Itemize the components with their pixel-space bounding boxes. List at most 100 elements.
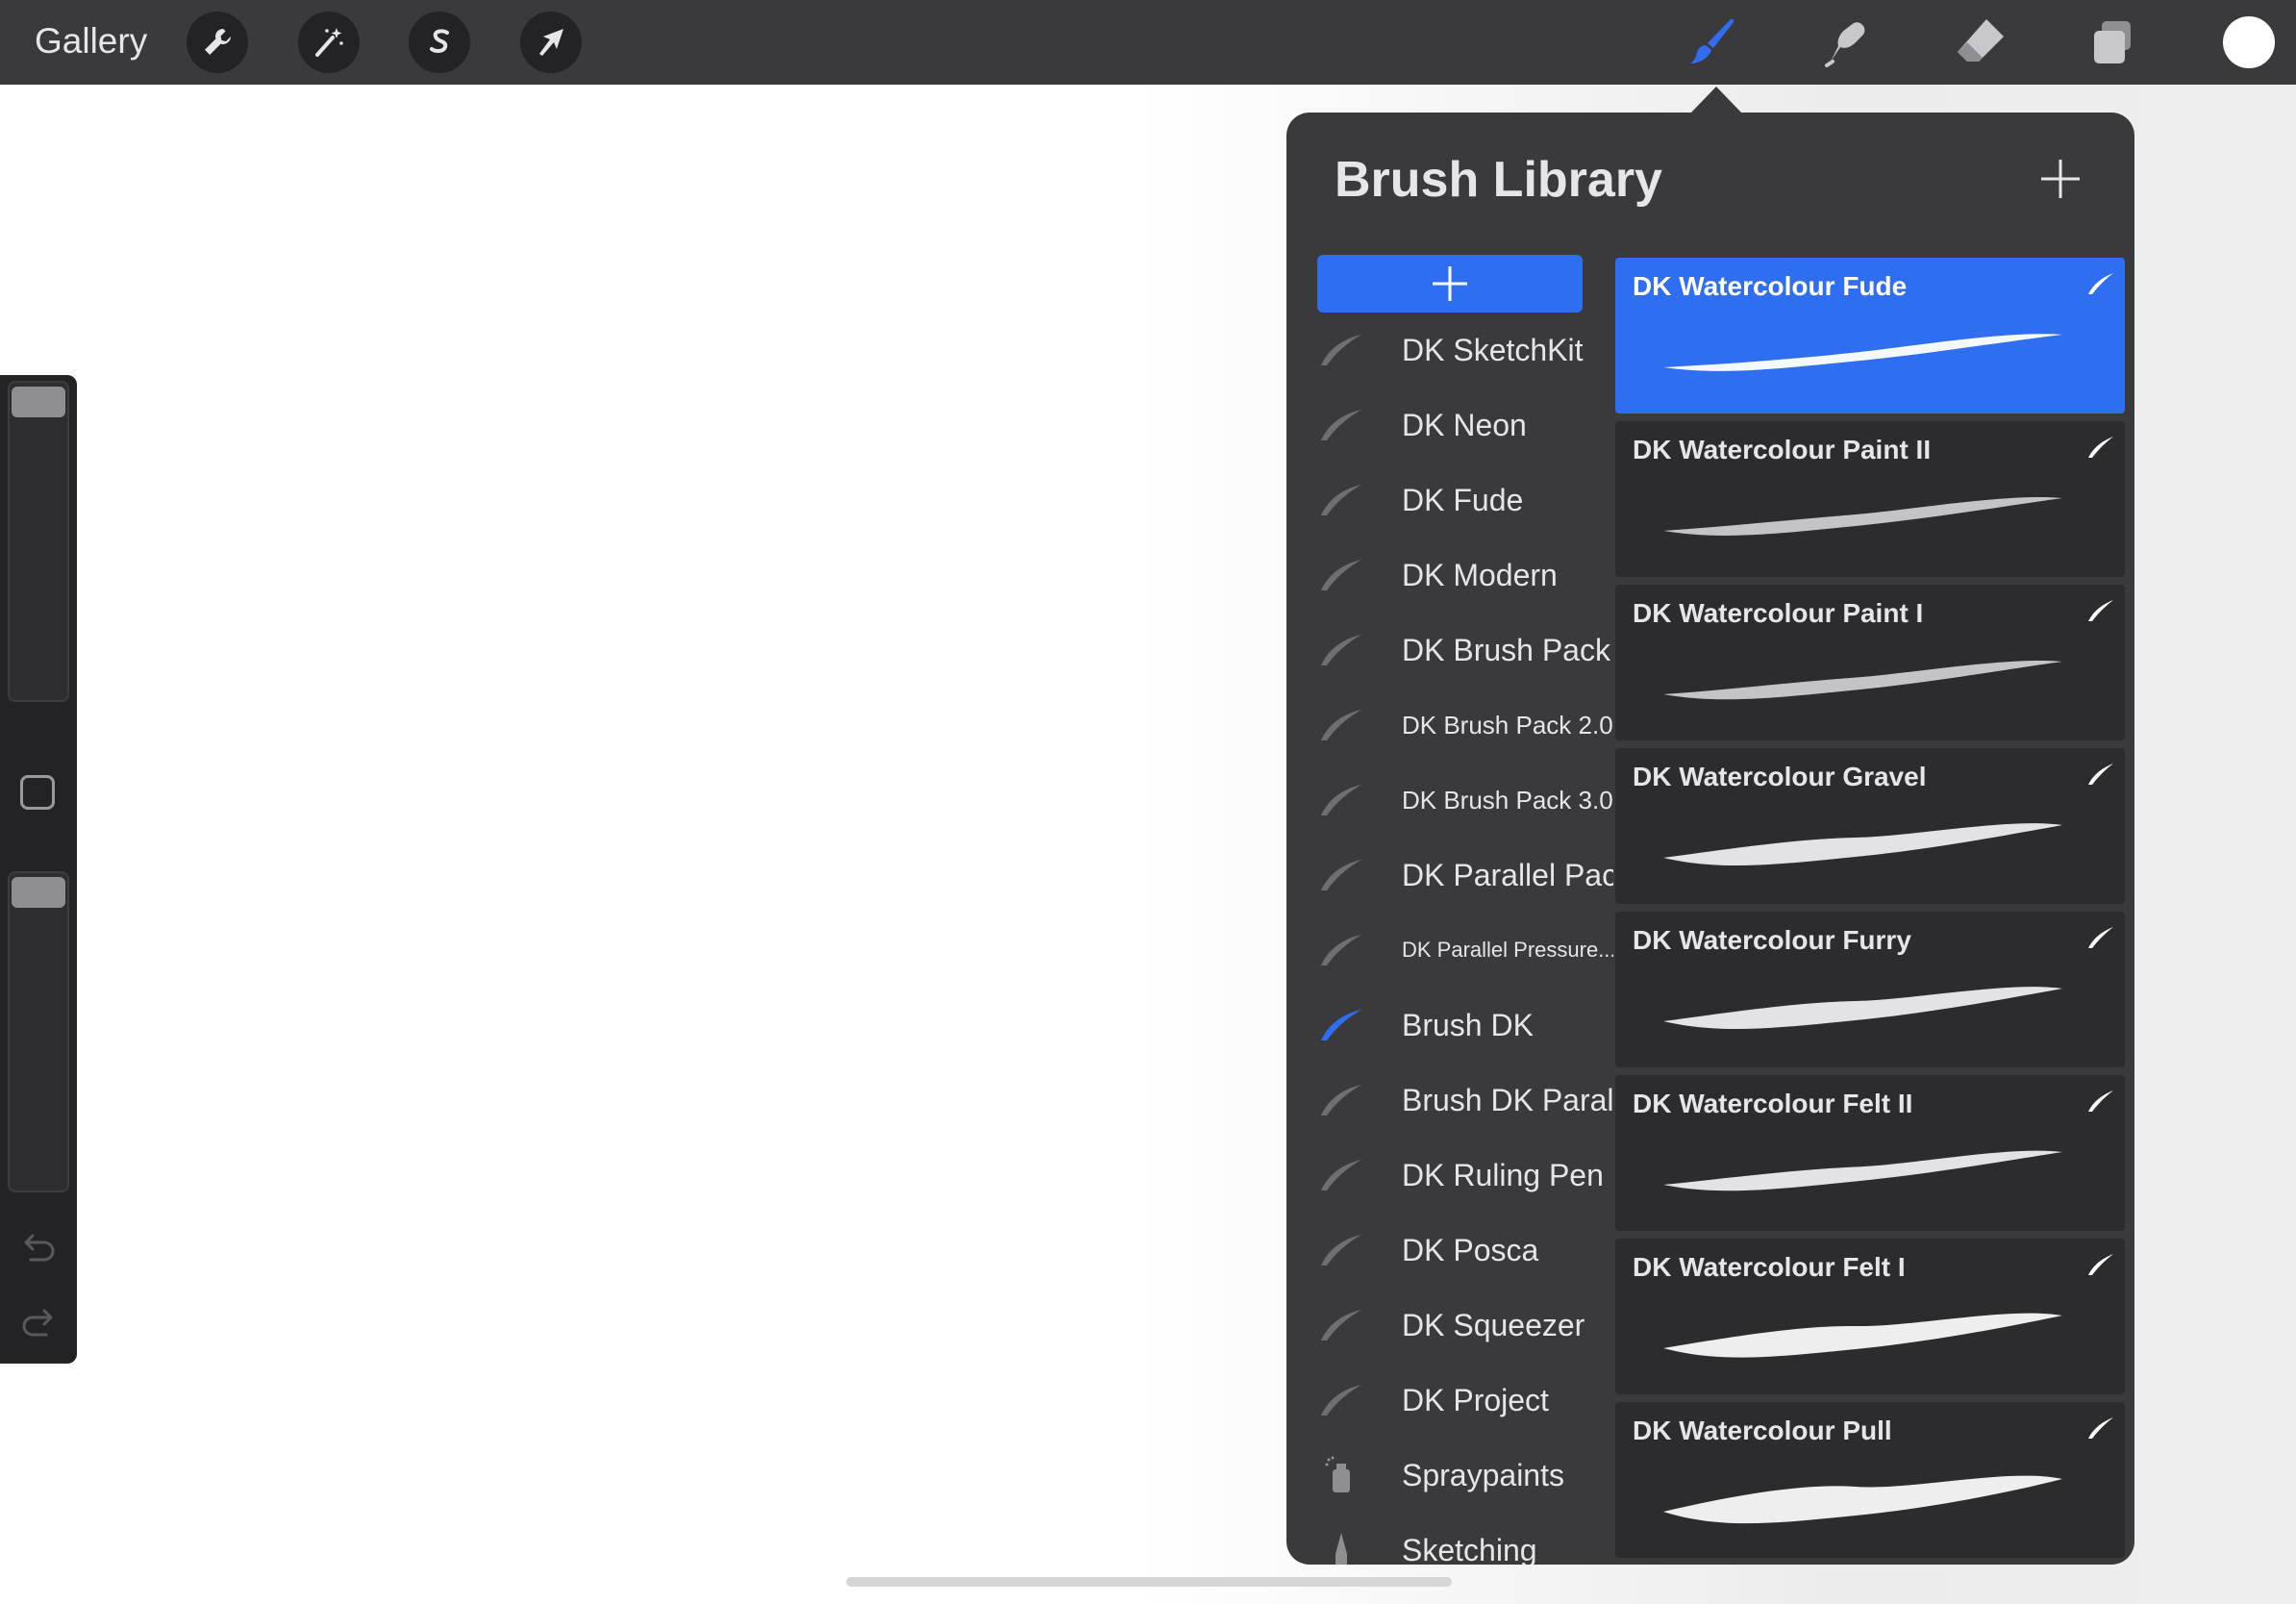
brush-set-item[interactable]: DK Parallel Pack [1286, 838, 1613, 913]
brush-name: DK Watercolour Fude [1633, 271, 1908, 301]
brush-set-item[interactable]: DK Project [1286, 1363, 1613, 1438]
brush-set-label: DK Neon [1402, 408, 1527, 442]
eraser-tool-button[interactable] [1948, 10, 2013, 75]
brush-set-label: DK Brush Pack 2.0 [1402, 711, 1613, 739]
brush-set-label: DK Posca [1402, 1233, 1539, 1267]
color-picker-button[interactable] [2223, 16, 2275, 68]
brush-set-item[interactable]: DK SketchKit [1286, 313, 1613, 388]
brush-set-item[interactable]: DK Brush Pack 2.0 [1286, 688, 1613, 763]
brush-set-item[interactable]: Brush DK [1286, 988, 1613, 1063]
brush-set-item[interactable]: DK Ruling Pen [1286, 1138, 1613, 1213]
brush-stroke-icon [1321, 1385, 1361, 1416]
brush-name: DK Watercolour Furry [1633, 925, 1911, 955]
brush-set-item[interactable]: Sketching [1286, 1513, 1613, 1565]
smudge-tool-button[interactable] [1813, 10, 1879, 75]
brush-set-label: DK Modern [1402, 558, 1558, 592]
brush-stroke-preview [1663, 823, 2062, 866]
brush-stroke-icon [1321, 1085, 1361, 1115]
magic-wand-icon [315, 28, 343, 57]
brush-item[interactable]: DK Watercolour Felt I [1615, 1239, 2125, 1394]
opacity-thumb[interactable] [12, 877, 65, 908]
brush-stroke-icon [1321, 485, 1361, 515]
brush-icon [1690, 18, 1734, 63]
brush-set-list[interactable]: DK SketchKit DK Neon DK Fude DK Modern DK Br… [1286, 313, 1613, 1565]
brush-set-label: DK Parallel Pressure... [1402, 938, 1613, 962]
brush-item[interactable]: DK Watercolour Felt II [1615, 1075, 2125, 1231]
modify-square-icon[interactable] [20, 775, 55, 810]
pencil-icon [1335, 1533, 1347, 1565]
layers-icon [2094, 21, 2131, 63]
brush-set-label: DK Ruling Pen [1402, 1158, 1604, 1192]
brush-stroke-preview [1663, 1150, 2062, 1191]
undo-icon[interactable] [17, 1229, 60, 1267]
brush-set-label: DK Squeezer [1402, 1308, 1585, 1342]
brush-tool-button[interactable] [1679, 10, 1744, 75]
plus-icon [1433, 266, 1467, 301]
brush-name: DK Watercolour Pull [1633, 1416, 1892, 1445]
brush-set-item[interactable]: Spraypaints [1286, 1438, 1613, 1513]
brush-stroke-icon [1321, 635, 1361, 665]
home-indicator [846, 1577, 1452, 1587]
brush-set-label: DK Parallel Pack [1402, 858, 1613, 892]
brush-preview-mini-icon [2088, 1417, 2113, 1439]
brush-set-label: DK Fude [1402, 483, 1524, 517]
brush-set-item[interactable]: DK Modern [1286, 538, 1613, 613]
brush-item[interactable]: DK Watercolour Paint I [1615, 585, 2125, 740]
brush-item[interactable]: DK Watercolour Gravel [1615, 748, 2125, 904]
gallery-button[interactable]: Gallery [35, 17, 147, 65]
brush-stroke-preview [1663, 1313, 2062, 1358]
brush-name: DK Watercolour Felt II [1633, 1089, 1913, 1118]
brush-set-item[interactable]: DK Posca [1286, 1213, 1613, 1288]
brush-set-item[interactable]: DK Parallel Pressure... [1286, 913, 1613, 988]
add-brush-plus-icon[interactable] [2036, 155, 2084, 203]
brush-item[interactable]: DK Watercolour Paint II [1615, 421, 2125, 577]
brush-name: DK Watercolour Paint I [1633, 598, 1924, 628]
brush-set-label: Sketching [1402, 1533, 1537, 1565]
brush-stroke-icon [1321, 785, 1361, 815]
transform-arrow-icon [539, 29, 563, 56]
brush-preview-mini-icon [2088, 600, 2113, 621]
brush-stroke-icon [1321, 560, 1361, 590]
selection-button[interactable] [409, 12, 470, 73]
brush-stroke-preview [1663, 987, 2062, 1030]
brush-stroke-preview [1663, 496, 2062, 536]
brush-preview-mini-icon [2088, 1254, 2113, 1275]
brush-set-label: Brush DK Parallel [1402, 1083, 1613, 1117]
transform-button[interactable] [520, 12, 582, 73]
brush-set-item[interactable]: DK Brush Pack 3.0 [1286, 763, 1613, 838]
brush-set-item[interactable]: DK Neon [1286, 388, 1613, 463]
spray-can-icon [1325, 1456, 1350, 1492]
brush-size-thumb[interactable] [12, 387, 65, 417]
actions-button[interactable] [187, 12, 248, 73]
brush-set-label: DK Brush Pack [1402, 633, 1610, 667]
selection-icon [430, 29, 449, 54]
brush-set-item[interactable]: DK Fude [1286, 463, 1613, 538]
brush-preview-mini-icon [2088, 273, 2113, 294]
brush-stroke-preview [1663, 334, 2062, 371]
brush-stroke-icon [1321, 1235, 1361, 1266]
brush-size-slider[interactable] [8, 381, 69, 702]
panel-title: Brush Library [1335, 152, 1662, 208]
brush-set-item[interactable]: DK Squeezer [1286, 1288, 1613, 1363]
brush-item[interactable]: DK Watercolour Fude [1615, 258, 2125, 414]
brush-stroke-icon [1321, 935, 1361, 965]
brush-set-label: Spraypaints [1402, 1458, 1564, 1492]
brush-preview-mini-icon [2088, 1090, 2113, 1112]
adjustments-button[interactable] [298, 12, 360, 73]
brush-set-item[interactable]: DK Brush Pack [1286, 613, 1613, 688]
brush-item[interactable]: DK Watercolour Furry [1615, 912, 2125, 1067]
layers-tool-button[interactable] [2081, 10, 2146, 75]
brush-set-label: DK Project [1402, 1383, 1549, 1417]
new-brush-set-button[interactable] [1317, 255, 1583, 313]
brush-item[interactable]: DK Watercolour Pull [1615, 1402, 2125, 1558]
toolbar: Gallery [0, 0, 2296, 85]
brush-set-item[interactable]: Brush DK Parallel [1286, 1063, 1613, 1138]
redo-icon[interactable] [17, 1304, 60, 1342]
opacity-slider[interactable] [8, 871, 69, 1192]
wrench-icon [205, 29, 231, 55]
brush-stroke-icon [1321, 335, 1361, 365]
brush-grid[interactable]: DK Watercolour Fude DK Watercolour Paint … [1615, 258, 2125, 1565]
brush-preview-mini-icon [2088, 764, 2113, 785]
brush-stroke-preview [1663, 1475, 2062, 1524]
eraser-icon [1958, 19, 2004, 62]
